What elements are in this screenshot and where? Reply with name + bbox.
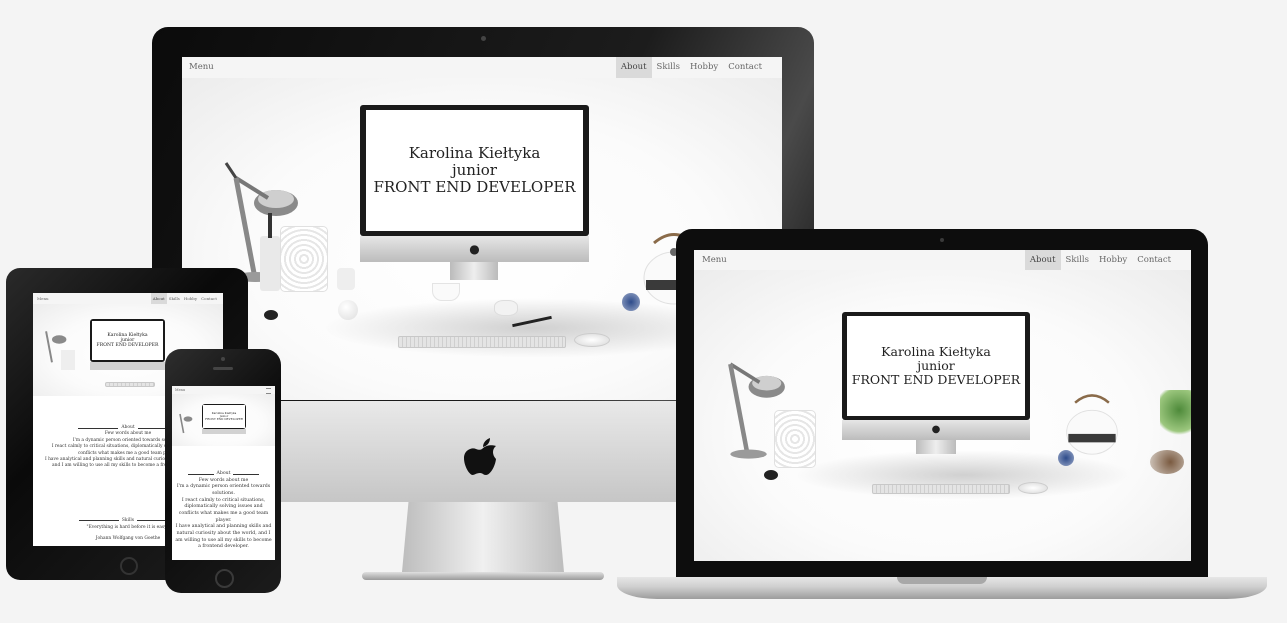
desktop-stand [402,502,564,572]
hero-monitor: Karolina Kiełtyka junior FRONT END DEVEL… [360,105,589,236]
laptop-hero-monitor-chin: ● [842,420,1030,440]
tablet-menu-label[interactable]: Menu [37,293,49,304]
plant [1160,390,1191,440]
phone-camera [221,357,225,361]
tablet-hero-monitor-screen: Karolina Kiełtyka junior FRONT END DEVEL… [92,321,163,360]
laptop-nav-skills[interactable]: Skills [1061,250,1095,270]
laptop-device: Menu About Skills Hobby Contact Karolina… [617,229,1267,601]
phone-hero: Karolina Kiełtyka junior FRONT END DEVEL… [172,394,275,446]
laptop-hero-monitor: Karolina Kiełtyka junior FRONT END DEVEL… [842,312,1030,420]
laptop-camera [940,238,944,242]
divider [78,520,119,522]
desktop-stand-base [362,572,604,580]
decorative-vase [280,226,328,292]
laptop-panda-figure [764,470,778,480]
laptop-nav-about[interactable]: About [1024,250,1061,270]
panda-figure [264,310,278,320]
tablet-hero-role: FRONT END DEVELOPER [96,343,159,349]
tablet-hero-monitor-chin [90,362,165,370]
desktop-nav-skills[interactable]: Skills [652,57,686,78]
desktop-nav-hobby[interactable]: Hobby [685,57,723,78]
pencils [268,213,272,238]
phone-speaker [213,367,233,370]
phone-hero-role: FRONT END DEVELOPER [205,417,243,422]
tablet-home-button[interactable] [120,557,138,575]
laptop-hero-mouse [1018,482,1048,494]
phone-menu-label[interactable]: Menu [175,386,185,394]
phone-hero-monitor-chin [202,429,246,434]
laptop-navbar: Menu About Skills Hobby Contact [694,250,1191,271]
phone-screen: Menu Karolina Kiełtyka junior FRONT END … [172,386,275,560]
phone-hero-monitor: Karolina Kiełtyka junior FRONT END DEVEL… [202,404,246,429]
divider [188,473,215,475]
tablet-hero-monitor: Karolina Kiełtyka junior FRONT END DEVEL… [90,319,165,362]
headphones [1150,450,1184,474]
tablet-nav-hobby[interactable]: Hobby [182,293,199,304]
phone-home-button[interactable] [215,569,234,588]
laptop-hero-monitor-screen: Karolina Kiełtyka junior FRONT END DEVEL… [847,316,1025,416]
phone-about-section: About Few words about me I'm a dynamic p… [172,471,275,551]
white-ball [338,300,358,320]
desktop-nav-links: About Skills Hobby Contact [615,57,782,78]
divider [232,473,259,475]
laptop-screen: Menu About Skills Hobby Contact Karolina… [694,250,1191,561]
laptop-hero: Karolina Kiełtyka junior FRONT END DEVEL… [694,270,1191,561]
tablet-hero-keyboard [105,382,155,387]
laptop-nav-hobby[interactable]: Hobby [1094,250,1132,270]
phone-hero-monitor-screen: Karolina Kiełtyka junior FRONT END DEVEL… [203,405,245,428]
tablet-nav-contact[interactable]: Contact [199,293,223,304]
phone-about-p1: I'm a dynamic person oriented towards so… [176,484,271,497]
crumpled-paper [494,300,518,316]
tablet-skills-title: Skills [121,518,135,523]
hero-keyboard [398,336,566,348]
tablet-desk-lamp-icon [45,331,67,363]
phone-about-title: About [216,471,231,476]
desktop-nav-contact[interactable]: Contact [723,57,782,78]
tablet-nav-skills[interactable]: Skills [167,293,182,304]
pencil-cup [260,236,280,291]
laptop-vase [774,410,816,468]
divider [78,427,119,429]
phone-desk-lamp-icon [179,413,193,434]
hero-name: Karolina Kiełtyka [408,144,541,163]
phone-about-heading: About [172,471,275,478]
hero-monitor-stand [450,262,498,280]
phone-about-p2: I react calmly to critical situations, d… [178,497,269,523]
hero-role: FRONT END DEVELOPER [373,177,576,196]
desktop-nav-about[interactable]: About [615,57,652,78]
laptop-hero-keyboard [872,484,1010,494]
tablet-nav-links: About Skills Hobby Contact [150,293,223,304]
laptop-hero-name: Karolina Kiełtyka [881,344,991,359]
laptop-notch [897,577,987,584]
laptop-nav-links: About Skills Hobby Contact [1024,250,1191,270]
hero-level: junior [452,161,497,180]
desktop-camera [481,36,486,41]
phone-about-p3: I have analytical and planning skills an… [175,524,272,550]
phone-device: Menu Karolina Kiełtyka junior FRONT END … [165,349,281,593]
hero-monitor-screen: Karolina Kiełtyka junior FRONT END DEVEL… [366,110,583,231]
tablet-nav-about[interactable]: About [150,293,167,304]
laptop-blue-cup [1058,450,1074,466]
laptop-hero-role: FRONT END DEVELOPER [851,372,1021,387]
apple-logo-icon [462,437,502,483]
hero-monitor-chin: ● [360,236,589,262]
desktop-menu-label[interactable]: Menu [189,57,214,78]
laptop-hero-level: junior [917,358,955,373]
laptop-nav-contact[interactable]: Contact [1132,250,1191,270]
small-jar [337,268,355,290]
hero-mouse [574,333,610,347]
laptop-hero-monitor-stand [916,440,956,454]
desktop-navbar: Menu About Skills Hobby Contact [182,57,782,79]
coffee-cup [432,283,460,301]
laptop-menu-label[interactable]: Menu [702,250,727,270]
